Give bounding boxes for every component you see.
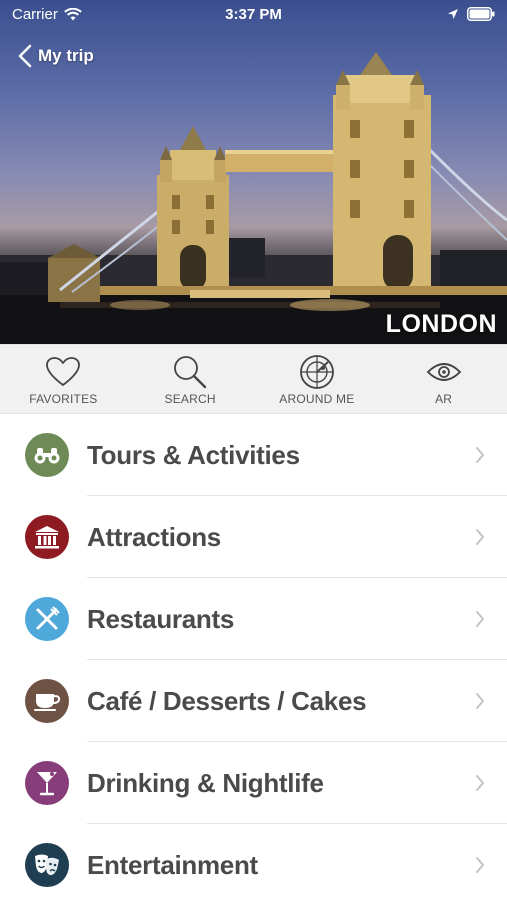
magnifier-icon <box>174 356 207 389</box>
category-cafe-desserts-cakes[interactable]: Café / Desserts / Cakes <box>0 660 507 742</box>
chevron-right-icon <box>476 693 484 709</box>
quick-actions-bar: FAVORITES SEARCH AROUND ME AR <box>0 344 507 414</box>
chevron-left-icon <box>18 44 32 68</box>
category-drinking-nightlife[interactable]: Drinking & Nightlife <box>0 742 507 824</box>
city-title: LONDON <box>385 310 497 338</box>
tab-search[interactable]: SEARCH <box>127 345 254 413</box>
wifi-icon <box>64 7 82 20</box>
category-icon-badge <box>25 761 69 805</box>
category-icon-badge <box>25 515 69 559</box>
tab-ar[interactable]: AR <box>380 345 507 413</box>
battery-icon <box>467 7 495 21</box>
cocktail-icon <box>37 772 57 796</box>
chevron-right-icon <box>476 611 484 627</box>
chevron-right-icon <box>476 447 484 463</box>
category-icon-badge <box>25 597 69 641</box>
theater-masks-icon <box>35 854 59 876</box>
binoculars-icon <box>34 448 60 464</box>
tab-around-me-label: AROUND ME <box>279 392 355 406</box>
fork-knife-icon <box>36 606 60 630</box>
back-button[interactable]: My trip <box>18 42 94 70</box>
category-list: Tours & Activities Attractions Restauran… <box>0 414 507 900</box>
category-entertainment[interactable]: Entertainment <box>0 824 507 900</box>
category-icon-badge <box>25 433 69 477</box>
tab-search-label: SEARCH <box>164 392 216 406</box>
heart-icon <box>46 357 81 386</box>
category-label: Tours & Activities <box>87 439 300 470</box>
chevron-right-icon <box>476 775 484 791</box>
tab-favorites-label: FAVORITES <box>29 392 98 406</box>
tab-around-me[interactable]: AROUND ME <box>254 345 381 413</box>
category-icon-badge <box>25 679 69 723</box>
museum-icon <box>35 526 59 549</box>
chevron-right-icon <box>476 857 484 873</box>
category-restaurants[interactable]: Restaurants <box>0 578 507 660</box>
category-label: Restaurants <box>87 603 234 634</box>
category-label: Attractions <box>87 521 221 552</box>
category-attractions[interactable]: Attractions <box>0 496 507 578</box>
category-tours-activities[interactable]: Tours & Activities <box>0 414 507 496</box>
category-label: Drinking & Nightlife <box>87 767 324 798</box>
status-bar: Carrier 3:37 PM <box>0 0 507 28</box>
category-icon-badge <box>25 843 69 887</box>
radar-icon <box>299 355 334 389</box>
tab-ar-label: AR <box>435 392 453 406</box>
category-label: Entertainment <box>87 849 258 880</box>
hero-image: Carrier 3:37 PM My trip LONDON <box>0 0 507 344</box>
back-label: My trip <box>38 46 94 65</box>
chevron-right-icon <box>476 529 484 545</box>
tab-favorites[interactable]: FAVORITES <box>0 345 127 413</box>
category-label: Café / Desserts / Cakes <box>87 685 367 716</box>
carrier-label: Carrier <box>12 5 58 23</box>
coffee-cup-icon <box>34 694 61 711</box>
eye-icon <box>426 363 461 381</box>
location-arrow-icon <box>448 9 458 19</box>
